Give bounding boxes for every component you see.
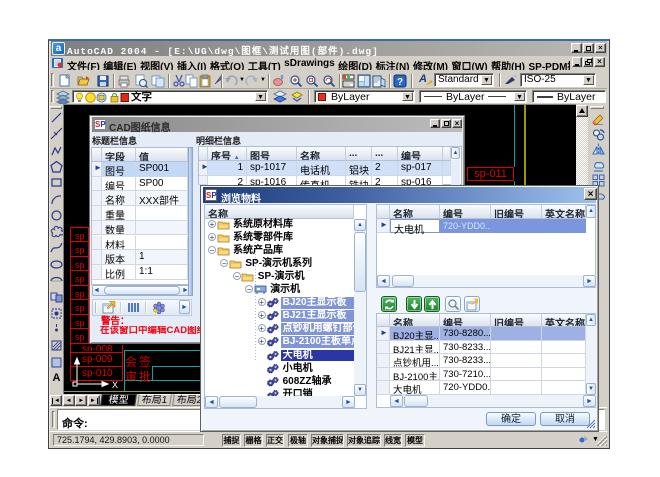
svg-text:?: ?	[397, 77, 403, 88]
svg-text:X: X	[112, 380, 118, 390]
